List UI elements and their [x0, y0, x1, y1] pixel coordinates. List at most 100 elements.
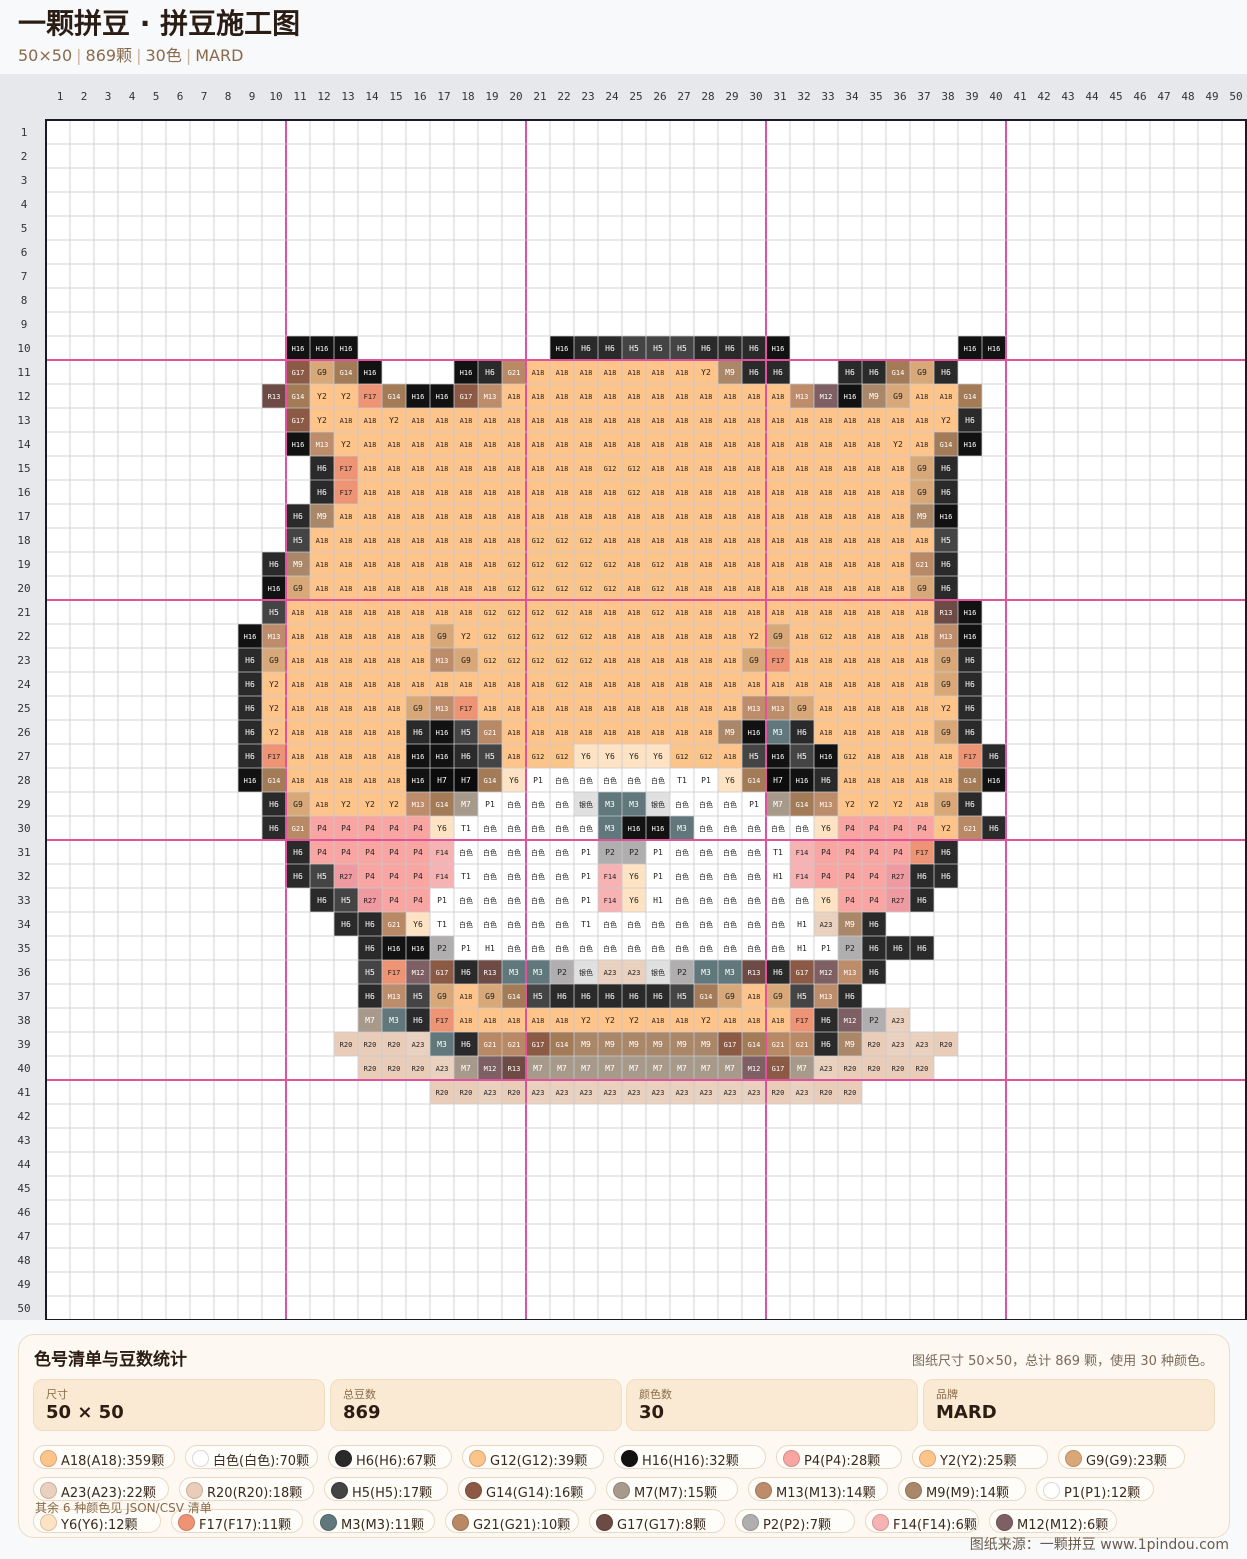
- pattern-grid[interactable]: 1 2 3 4 5 6 7 8 9 10 11 12 13 14 15 16 17 18 19 20 21 22 23 24 2…: [0, 74, 1247, 1320]
- bead-code-label: A18: [508, 729, 521, 737]
- bead-code-label: A18: [892, 753, 905, 761]
- bead-code-label: M9: [677, 1040, 687, 1049]
- bead-code-label: M12: [820, 969, 833, 977]
- bead-code-label: A18: [508, 1017, 521, 1025]
- color-swatch-icon: [613, 1482, 630, 1499]
- bead-code-label: G17: [292, 417, 305, 425]
- bead-code-label: A18: [748, 513, 761, 521]
- bead-code-label: P1: [461, 944, 471, 953]
- bead-code-label: M9: [701, 1040, 711, 1049]
- color-chip: M3(M3):11颗: [313, 1509, 435, 1533]
- bead-code-label: A18: [652, 657, 665, 665]
- bead-code-label: G17: [724, 1041, 737, 1049]
- row-number: 29: [17, 798, 30, 811]
- bead-code-label: H6: [869, 368, 879, 377]
- column-number: 49: [1205, 90, 1218, 103]
- bead-code-label: F17: [796, 1017, 809, 1025]
- bead-code-label: R20: [436, 1089, 449, 1097]
- pattern-board[interactable]: 1 2 3 4 5 6 7 8 9 10 11 12 13 14 15 16 17 18 19 20 21 22 23 24 2…: [0, 74, 1247, 1320]
- color-swatch-icon: [469, 1450, 486, 1467]
- color-chip-label: R20(R20):18颗: [207, 1486, 303, 1501]
- column-number: 42: [1037, 90, 1050, 103]
- bead-code-label: A18: [532, 729, 545, 737]
- color-chip: G12(G12):39颗: [462, 1445, 604, 1469]
- bead-code-label: P2: [605, 848, 615, 857]
- bead-code-label: A18: [652, 417, 665, 425]
- bead-code-label: Y6: [725, 776, 735, 785]
- bead-code-label: A18: [460, 441, 473, 449]
- bead-code-label: A18: [820, 705, 833, 713]
- bead-code-label: A18: [868, 465, 881, 473]
- color-swatch-icon: [783, 1450, 800, 1467]
- color-chip: P2(P2):7颗: [735, 1509, 855, 1533]
- bead-code-label: H16: [244, 777, 257, 785]
- column-number: 29: [725, 90, 738, 103]
- color-chip: R20(R20):18颗: [179, 1477, 314, 1501]
- color-chip-label: H5(H5):17颗: [352, 1486, 433, 1501]
- bead-code-label: A18: [772, 489, 785, 497]
- bead-code-label: P4: [869, 848, 879, 857]
- bead-code-label: A18: [412, 585, 425, 593]
- bead-code-label: A23: [556, 1089, 569, 1097]
- bead-code-label: 白色: [675, 896, 689, 905]
- bead-code-label: Y6: [605, 752, 615, 761]
- bead-code-label: G17: [772, 1065, 785, 1073]
- bead-code-label: G9: [941, 728, 951, 737]
- bead-code-label: A18: [316, 561, 329, 569]
- bead-code-label: A18: [892, 681, 905, 689]
- color-swatch-icon: [1065, 1450, 1082, 1467]
- row-number: 40: [17, 1062, 30, 1075]
- bead-code-label: M7: [653, 1064, 663, 1073]
- bead-code-label: H6: [245, 728, 255, 737]
- bead-code-label: H16: [268, 585, 281, 593]
- bead-code-label: M7: [557, 1064, 567, 1073]
- color-chip-label: G14(G14):16颗: [486, 1486, 584, 1501]
- column-number: 7: [201, 90, 208, 103]
- bead-code-label: M9: [845, 1040, 855, 1049]
- bead-code-label: G12: [484, 609, 497, 617]
- row-number: 11: [17, 366, 30, 379]
- color-chip-label: P1(P1):12颗: [1064, 1486, 1141, 1501]
- bead-code-label: A18: [700, 585, 713, 593]
- bead-code-label: A18: [388, 657, 401, 665]
- bead-code-label: M7: [365, 1016, 375, 1025]
- column-number: 47: [1157, 90, 1170, 103]
- bead-code-label: A18: [364, 489, 377, 497]
- bead-code-label: A23: [436, 1065, 449, 1073]
- color-count-text: 30色: [145, 46, 182, 65]
- bead-code-label: A18: [724, 513, 737, 521]
- bead-code-label: A18: [604, 633, 617, 641]
- bead-code-label: Y2: [341, 440, 351, 449]
- bead-code-label: F17: [916, 849, 929, 857]
- bead-code-label: H5: [797, 992, 807, 1001]
- bead-code-label: A18: [364, 753, 377, 761]
- bead-code-label: A18: [292, 681, 305, 689]
- more-colors-note: 其余 6 种颜色见 JSON/CSV 清单: [35, 1501, 212, 1515]
- bead-code-label: A18: [484, 465, 497, 473]
- bead-code-label: A18: [892, 633, 905, 641]
- bead-code-label: H16: [412, 753, 425, 761]
- bead-code-label: A18: [724, 537, 737, 545]
- bead-code-label: A18: [508, 537, 521, 545]
- column-number: 30: [749, 90, 762, 103]
- color-chip: P4(P4):28颗: [776, 1445, 902, 1469]
- bead-code-label: F17: [364, 393, 377, 401]
- bead-code-label: M9: [845, 920, 855, 929]
- bead-code-label: H16: [652, 825, 665, 833]
- bead-code-label: A18: [364, 585, 377, 593]
- bead-code-label: H6: [245, 704, 255, 713]
- bead-code-label: A18: [436, 537, 449, 545]
- bead-code-label: A18: [580, 705, 593, 713]
- bead-code-label: M12: [412, 969, 425, 977]
- color-chip: A23(A23):22颗: [33, 1477, 169, 1501]
- bead-code-label: A18: [364, 657, 377, 665]
- bead-code-label: A18: [436, 465, 449, 473]
- bead-code-label: H16: [964, 633, 977, 641]
- bead-code-label: A18: [652, 465, 665, 473]
- bead-code-label: H16: [628, 825, 641, 833]
- bead-code-label: A18: [748, 489, 761, 497]
- bead-code-label: G21: [796, 1041, 809, 1049]
- bead-code-label: Y6: [413, 920, 423, 929]
- bead-code-label: 白色: [507, 944, 521, 953]
- bead-code-label: T1: [773, 848, 783, 857]
